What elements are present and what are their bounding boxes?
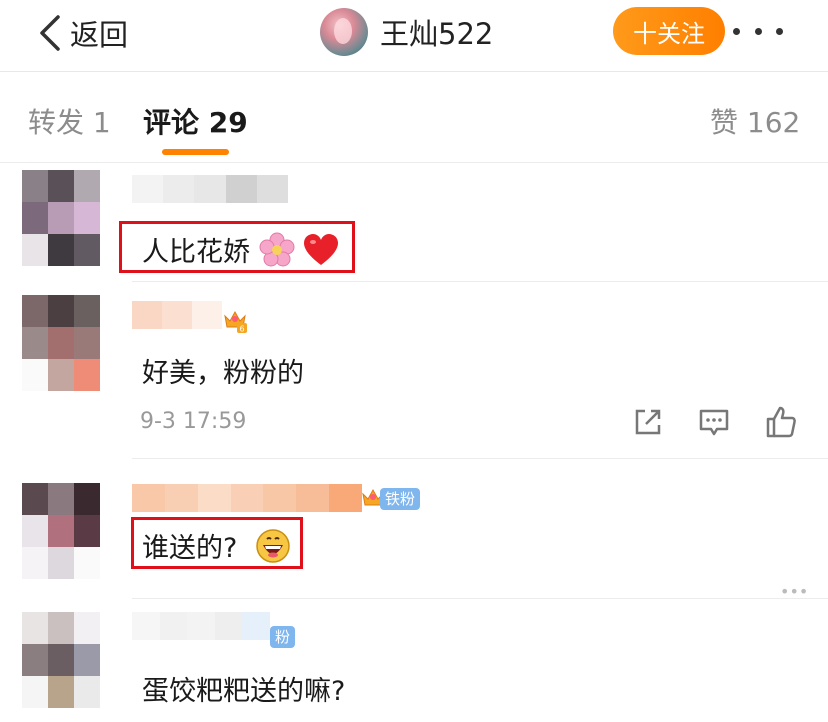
- profile-avatar[interactable]: [320, 8, 368, 56]
- follow-button[interactable]: 十关注: [613, 7, 725, 55]
- avatar[interactable]: [22, 295, 100, 391]
- profile-name[interactable]: 王灿522: [380, 11, 493, 53]
- red-heart-icon: [303, 233, 339, 274]
- grinning-face-icon: [256, 529, 290, 570]
- divider: [132, 281, 828, 282]
- username-blurred[interactable]: [132, 612, 270, 640]
- comment-icon[interactable]: [697, 405, 731, 439]
- divider: [132, 598, 828, 599]
- tab-bar: 转发 1 评论 29 赞 162: [0, 73, 828, 163]
- avatar[interactable]: [22, 483, 100, 579]
- avatar[interactable]: [22, 170, 100, 266]
- more-options-icon[interactable]: [733, 12, 783, 50]
- fan-badge: 粉: [270, 626, 296, 648]
- share-icon[interactable]: [631, 405, 665, 439]
- profile-header[interactable]: 王灿522: [320, 8, 493, 56]
- cherry-blossom-icon: [259, 232, 295, 275]
- chevron-left-icon: [40, 15, 60, 51]
- dot: [754, 27, 762, 35]
- tab-like[interactable]: 赞 162: [710, 101, 800, 141]
- comment-text: 人比花娇: [142, 230, 339, 275]
- fan-badge: 铁粉: [380, 488, 421, 510]
- username-blurred[interactable]: [132, 175, 289, 203]
- avatar[interactable]: [22, 612, 100, 708]
- username-blurred[interactable]: [132, 484, 363, 512]
- thumbs-up-icon[interactable]: [764, 405, 798, 439]
- comment-text-content: 人比花娇: [142, 237, 250, 268]
- tab-repost[interactable]: 转发 1: [28, 101, 111, 141]
- username-blurred[interactable]: [132, 301, 222, 329]
- comment-text: 谁送的?: [142, 526, 290, 570]
- comment-text: 好美，粉粉的: [142, 358, 304, 389]
- dot: [733, 27, 740, 35]
- level-crown-icon: 6: [224, 310, 247, 334]
- active-tab-indicator: [162, 149, 229, 155]
- top-nav-bar: 返回 王灿522 十关注: [0, 0, 828, 72]
- comment-text: 蛋饺粑粑送的嘛?: [142, 676, 346, 707]
- back-label: 返回: [70, 18, 129, 52]
- comment-timestamp: 9-3 17:59: [140, 409, 247, 434]
- svg-text:6: 6: [239, 325, 244, 334]
- comment-text-content: 谁送的?: [142, 533, 238, 564]
- back-button[interactable]: 返回: [36, 10, 128, 56]
- divider: [132, 458, 828, 459]
- dot: [776, 27, 783, 35]
